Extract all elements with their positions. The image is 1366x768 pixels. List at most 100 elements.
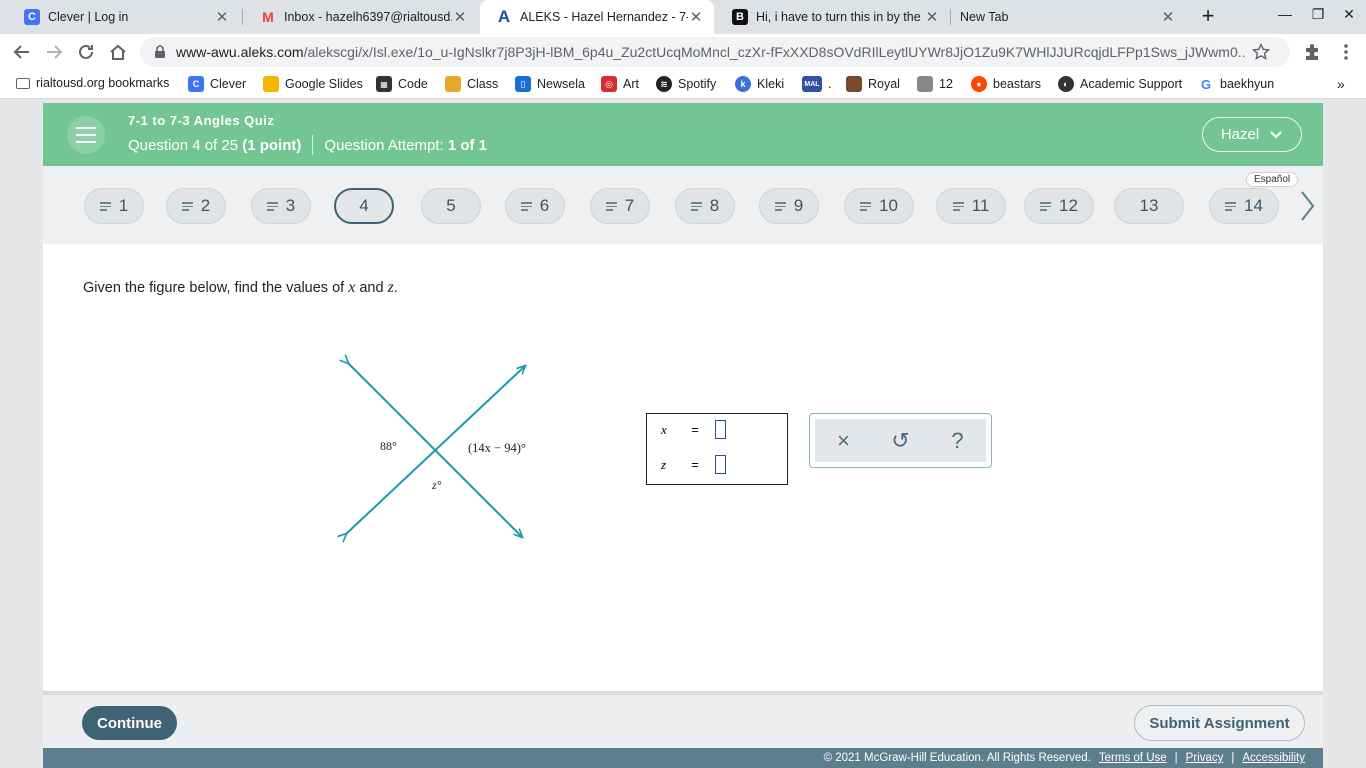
language-toggle[interactable]: Español bbox=[1246, 172, 1299, 187]
home-icon bbox=[110, 44, 126, 60]
aleks-page: 7-1 to 7-3 Angles Quiz Question 4 of 25 … bbox=[43, 103, 1323, 768]
attempt-label: Question Attempt: bbox=[324, 136, 444, 154]
continue-button[interactable]: Continue bbox=[82, 706, 177, 740]
close-tab-icon[interactable]: ✕ bbox=[924, 8, 940, 26]
question-text: Given the figure below, find the values … bbox=[83, 280, 349, 296]
forward-arrow-icon bbox=[47, 45, 63, 59]
question-number: 1 bbox=[118, 196, 129, 215]
question-counter: Question 4 of 25 bbox=[128, 136, 239, 154]
browser-tab-aleks[interactable]: A ALEKS - Hazel Hernandez - 7-1 to 7-3 ✕ bbox=[480, 0, 714, 34]
bookmark-label: baekhyun bbox=[1220, 77, 1275, 91]
bookmarks-overflow-icon[interactable]: » bbox=[1337, 76, 1345, 92]
new-tab-button[interactable]: + bbox=[1196, 5, 1220, 29]
question-nav-5[interactable]: 5 bbox=[421, 188, 481, 224]
home-button[interactable] bbox=[106, 40, 130, 64]
question-nav-2[interactable]: 2 bbox=[166, 188, 226, 224]
gmail-icon: M bbox=[262, 9, 274, 25]
question-nav-7[interactable]: 7 bbox=[590, 188, 650, 224]
terms-link[interactable]: Terms of Use bbox=[1099, 752, 1167, 764]
bookmark-kleki[interactable]: k Kleki bbox=[735, 76, 784, 92]
question-number: 2 bbox=[200, 196, 211, 215]
restore-icon[interactable]: ❐ bbox=[1308, 6, 1328, 23]
accessibility-link[interactable]: Accessibility bbox=[1242, 752, 1305, 764]
equals-sign: = bbox=[691, 457, 699, 472]
bookmark-label: beastars bbox=[993, 77, 1041, 91]
browser-menu-button[interactable] bbox=[1334, 40, 1358, 64]
help-button[interactable]: ? bbox=[943, 426, 973, 456]
bookmark-folder[interactable]: rialtousd.org bookmarks bbox=[16, 76, 169, 90]
bookmark-class[interactable]: Class bbox=[445, 76, 498, 92]
question-nav-12[interactable]: 12 bbox=[1024, 188, 1094, 224]
close-tab-icon[interactable]: ✕ bbox=[688, 8, 704, 26]
answered-lines-icon bbox=[1225, 202, 1237, 211]
question-nav-4[interactable]: 4 bbox=[334, 188, 394, 224]
angle-label-bottom: z° bbox=[432, 478, 442, 492]
question-nav-8[interactable]: 8 bbox=[675, 188, 735, 224]
bookmark-newsela[interactable]: ▯ Newsela bbox=[515, 76, 585, 92]
question-text: . bbox=[393, 280, 398, 296]
question-number: 10 bbox=[879, 196, 898, 215]
bookmark-label: Kleki bbox=[757, 77, 785, 91]
close-tab-icon[interactable]: ✕ bbox=[1160, 8, 1176, 26]
answer-row-z: z = bbox=[661, 455, 726, 474]
attempt-value: 1 of 1 bbox=[447, 136, 487, 154]
bookmark-mal[interactable]: MAL. bbox=[802, 76, 831, 92]
slides-icon bbox=[263, 76, 279, 92]
star-icon[interactable] bbox=[1252, 43, 1270, 61]
question-nav-6[interactable]: 6 bbox=[505, 188, 565, 224]
question-nav-1[interactable]: 1 bbox=[84, 188, 144, 224]
address-bar[interactable]: www-awu.aleks.com/alekscgi/x/Isl.exe/1o_… bbox=[140, 37, 1290, 67]
bookmark-label: Clever bbox=[210, 77, 247, 91]
url-host: www-awu.aleks.com bbox=[176, 44, 304, 60]
browser-tab-brainly[interactable]: B Hi, i have to turn this in by the end … bbox=[716, 0, 950, 34]
bookmark-academic-support[interactable]: ◐ Academic Support bbox=[1058, 76, 1182, 92]
question-number: 5 bbox=[446, 196, 456, 215]
answered-lines-icon bbox=[605, 202, 617, 211]
browser-tab-gmail[interactable]: M Inbox - hazelh6397@rialtousd.org ✕ bbox=[244, 0, 478, 34]
bookmark-label: Class bbox=[467, 77, 499, 91]
user-menu-button[interactable]: Hazel bbox=[1202, 117, 1302, 152]
bookmark-google-slides[interactable]: Google Slides bbox=[263, 76, 363, 92]
bookmark-clever[interactable]: C Clever bbox=[188, 76, 246, 92]
x-input[interactable] bbox=[715, 420, 726, 439]
submit-assignment-button[interactable]: Submit Assignment bbox=[1134, 705, 1305, 741]
divider bbox=[312, 135, 314, 155]
back-button[interactable] bbox=[10, 40, 34, 64]
z-input[interactable] bbox=[715, 455, 726, 474]
extensions-button[interactable] bbox=[1300, 40, 1324, 64]
hamburger-menu-button[interactable] bbox=[67, 116, 105, 154]
undo-button[interactable]: ↺ bbox=[886, 426, 916, 456]
forward-button[interactable] bbox=[42, 40, 66, 64]
bookmark-royal[interactable]: Royal bbox=[846, 76, 900, 92]
quiz-header: 7-1 to 7-3 Angles Quiz Question 4 of 25 … bbox=[43, 103, 1323, 166]
question-nav-10[interactable]: 10 bbox=[844, 188, 914, 224]
browser-tab-clever[interactable]: C Clever | Log in ✕ bbox=[8, 0, 240, 34]
close-tab-icon[interactable]: ✕ bbox=[452, 8, 468, 26]
answered-lines-icon bbox=[1040, 202, 1052, 211]
question-nav-9[interactable]: 9 bbox=[759, 188, 819, 224]
bookmark-baekhyun[interactable]: Gbaekhyun bbox=[1198, 76, 1274, 92]
bookmark-spotify[interactable]: ≋ Spotify bbox=[656, 76, 716, 92]
tab-title: New Tab bbox=[960, 10, 1009, 24]
question-nav-11[interactable]: 11 bbox=[936, 188, 1006, 224]
url-text: www-awu.aleks.com/alekscgi/x/Isl.exe/1o_… bbox=[176, 44, 1246, 60]
chevron-right-icon[interactable] bbox=[1295, 186, 1319, 226]
privacy-link[interactable]: Privacy bbox=[1186, 752, 1224, 764]
back-arrow-icon bbox=[13, 45, 29, 59]
question-nav-13[interactable]: 13 bbox=[1114, 188, 1184, 224]
clear-button[interactable]: × bbox=[829, 426, 859, 456]
bookmark-beastars[interactable]: ● beastars bbox=[971, 76, 1041, 92]
bookmark-12[interactable]: 12 bbox=[917, 76, 953, 92]
browser-tab-new[interactable]: New Tab ✕ bbox=[952, 0, 1186, 34]
bookmark-code[interactable]: ▦ Code bbox=[376, 76, 428, 92]
close-window-icon[interactable]: ✕ bbox=[1339, 6, 1359, 23]
reload-button[interactable] bbox=[74, 40, 98, 64]
bookmark-art[interactable]: ◎ Art bbox=[601, 76, 639, 92]
minimize-icon[interactable]: — bbox=[1275, 6, 1295, 22]
puzzle-icon bbox=[1306, 44, 1318, 60]
bookmark-label: . bbox=[828, 77, 832, 91]
question-nav-14[interactable]: 14 bbox=[1209, 188, 1279, 224]
question-nav-3[interactable]: 3 bbox=[251, 188, 311, 224]
separator: | bbox=[1174, 752, 1178, 764]
close-tab-icon[interactable]: ✕ bbox=[214, 8, 230, 26]
